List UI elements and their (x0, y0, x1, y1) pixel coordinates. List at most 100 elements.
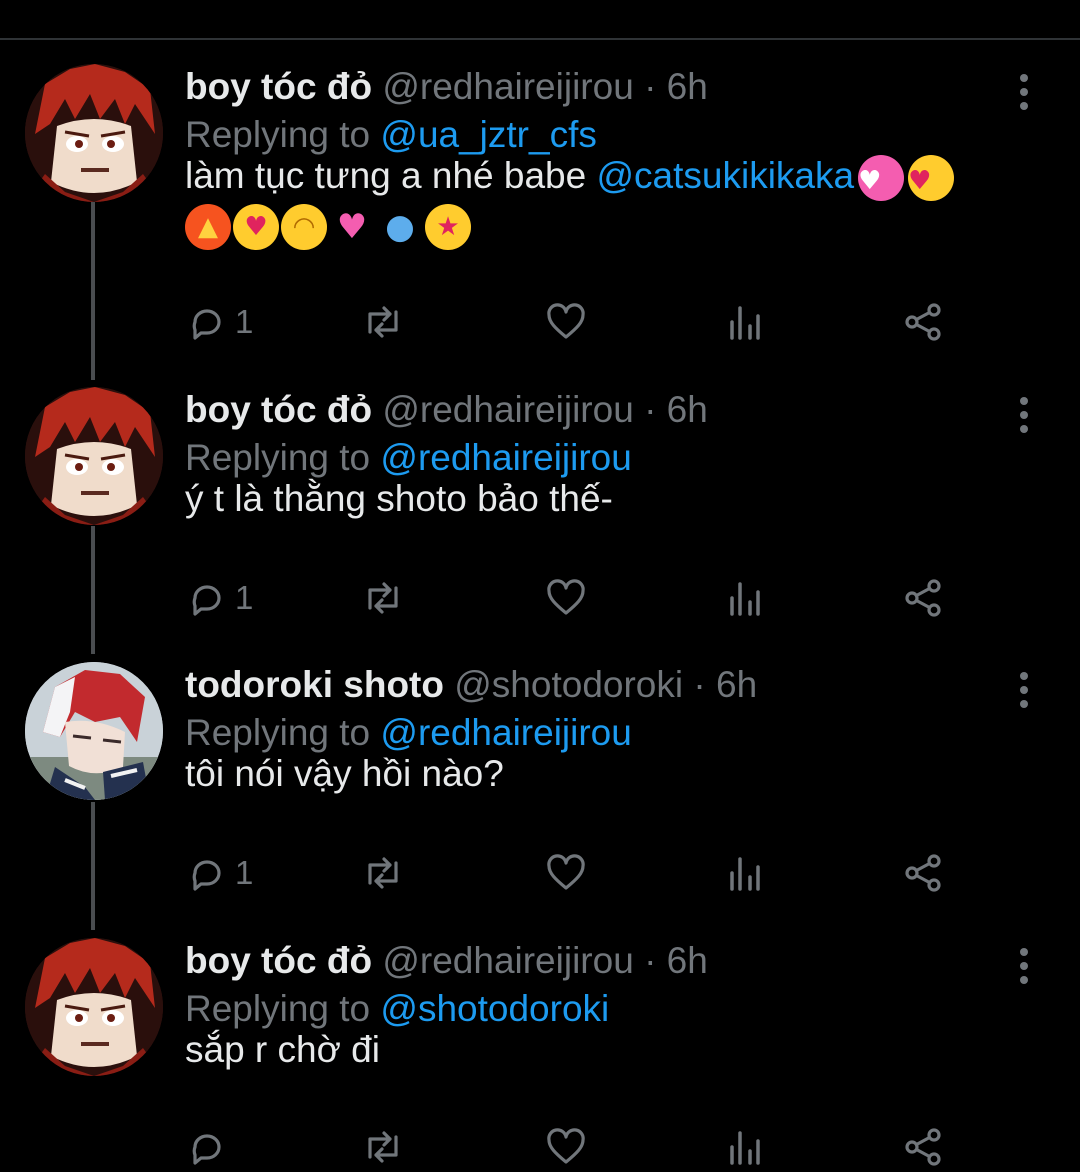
tweet-body: tôi nói vậy hồi nào? (185, 753, 504, 794)
avatar[interactable] (25, 662, 163, 800)
red-hair-avatar-icon (25, 387, 163, 525)
reply-button[interactable]: 1 (187, 297, 253, 347)
handle[interactable]: @shotodoroki (454, 664, 683, 705)
retweet-icon (368, 582, 398, 614)
like-button[interactable] (545, 297, 587, 347)
heart-icon (547, 854, 585, 890)
analytics-button[interactable] (725, 297, 765, 347)
tweet-header: todoroki shoto @shotodoroki · 6h (185, 660, 757, 710)
heart-eyes-icon: ♥ (908, 155, 955, 202)
replying-mention[interactable]: @redhaireijirou (380, 712, 631, 753)
display-name[interactable]: boy tóc đỏ (185, 940, 372, 981)
timestamp[interactable]: · 6h (644, 66, 708, 107)
sparkling-heart-icon: ♥ (858, 155, 905, 202)
emoji-row: ▲ ♥ ◠ ♥ ● ★ (185, 204, 1025, 250)
retweet-icon (368, 857, 398, 889)
top-divider (0, 38, 1080, 40)
timestamp[interactable]: · 6h (644, 389, 708, 430)
display-name[interactable]: todoroki shoto (185, 664, 444, 705)
reply-count: 1 (235, 854, 254, 891)
analytics-button[interactable] (725, 848, 765, 898)
heart-icon (547, 579, 585, 615)
red-white-hair-avatar-icon (25, 662, 163, 800)
tweet-text: làm tục tưng a nhé babe @catsukikikaka ♥ ♥… (185, 150, 1025, 250)
heart-icon (547, 1128, 585, 1164)
reply-button[interactable] (187, 1122, 235, 1172)
handle[interactable]: @redhaireijirou (382, 940, 633, 981)
tweet-text: ý t là thằng shoto bảo thế- (185, 473, 1025, 525)
analytics-icon (730, 306, 760, 340)
tweet-mention[interactable]: @catsukikikaka (596, 155, 854, 196)
tweet-body: ý t là thằng shoto bảo thế- (185, 478, 613, 519)
share-button[interactable] (903, 297, 945, 347)
avatar[interactable] (25, 938, 163, 1076)
reply-icon (192, 860, 221, 891)
replying-prefix: Replying to (185, 712, 371, 753)
tweet-header: boy tóc đỏ @redhaireijirou · 6h (185, 385, 708, 435)
timestamp[interactable]: · 6h (693, 664, 757, 705)
retweet-button[interactable] (360, 573, 406, 623)
reply-button[interactable]: 1 (187, 573, 253, 623)
tweet[interactable]: boy tóc đỏ @redhaireijirou · 6h Replying… (0, 385, 1080, 635)
analytics-button[interactable] (725, 573, 765, 623)
tweet-text: sắp r chờ đi (185, 1024, 1025, 1076)
replying-mention[interactable]: @redhaireijirou (380, 437, 631, 478)
reply-count: 1 (235, 579, 254, 616)
replying-mention[interactable]: @shotodoroki (380, 988, 609, 1029)
heart-icon (547, 303, 585, 339)
red-hair-avatar-icon (25, 938, 163, 1076)
tweet-header: boy tóc đỏ @redhaireijirou · 6h (185, 936, 708, 986)
handle[interactable]: @redhaireijirou (382, 66, 633, 107)
reply-icon (192, 1134, 221, 1165)
more-options-icon[interactable] (1012, 397, 1036, 437)
display-name[interactable]: boy tóc đỏ (185, 389, 372, 430)
replying-prefix: Replying to (185, 988, 371, 1029)
tweet-actions (185, 1122, 965, 1172)
retweet-button[interactable] (360, 1122, 406, 1172)
fire-icon: ▲ (185, 204, 231, 250)
hand-over-mouth-icon: ◠ (281, 204, 327, 250)
like-button[interactable] (545, 573, 587, 623)
analytics-icon (730, 1131, 760, 1165)
tweet-body: làm tục tưng a nhé babe (185, 155, 587, 196)
tweet-header: boy tóc đỏ @redhaireijirou · 6h (185, 62, 708, 112)
tweet[interactable]: boy tóc đỏ @redhaireijirou · 6h Replying… (0, 936, 1080, 1170)
reply-button[interactable]: 1 (187, 848, 253, 898)
two-hearts-icon: ♥ (336, 207, 368, 247)
more-options-icon[interactable] (1012, 74, 1036, 114)
replying-prefix: Replying to (185, 114, 371, 155)
tweet-body: sắp r chờ đi (185, 1029, 380, 1070)
analytics-icon (730, 582, 760, 616)
handle[interactable]: @redhaireijirou (382, 389, 633, 430)
replying-mention[interactable]: @ua_jztr_cfs (380, 114, 596, 155)
tweet-actions: 1 (185, 573, 965, 623)
avatar[interactable] (25, 387, 163, 525)
display-name[interactable]: boy tóc đỏ (185, 66, 372, 107)
share-icon (905, 1128, 941, 1166)
tweet[interactable]: boy tóc đỏ @redhaireijirou · 6h Replying… (0, 62, 1080, 362)
tweet[interactable]: todoroki shoto @shotodoroki · 6h Replyin… (0, 660, 1080, 910)
analytics-button[interactable] (725, 1122, 765, 1172)
avatar[interactable] (25, 64, 163, 202)
tweet-actions: 1 (185, 297, 965, 347)
share-button[interactable] (903, 573, 945, 623)
reply-count: 1 (235, 303, 254, 340)
more-options-icon[interactable] (1012, 948, 1036, 988)
tweet-actions: 1 (185, 848, 965, 898)
more-options-icon[interactable] (1012, 672, 1036, 712)
retweet-button[interactable] (360, 297, 406, 347)
reply-icon (192, 585, 221, 616)
red-hair-avatar-icon (25, 64, 163, 202)
like-button[interactable] (545, 1122, 587, 1172)
retweet-button[interactable] (360, 848, 406, 898)
smiling-hearts-icon: ♥ (233, 204, 279, 250)
replying-prefix: Replying to (185, 437, 371, 478)
like-button[interactable] (545, 848, 587, 898)
share-button[interactable] (903, 848, 945, 898)
share-icon (905, 854, 941, 892)
timestamp[interactable]: · 6h (644, 940, 708, 981)
share-icon (905, 303, 941, 341)
share-button[interactable] (903, 1122, 945, 1172)
analytics-icon (730, 857, 760, 891)
reply-icon (192, 309, 221, 340)
